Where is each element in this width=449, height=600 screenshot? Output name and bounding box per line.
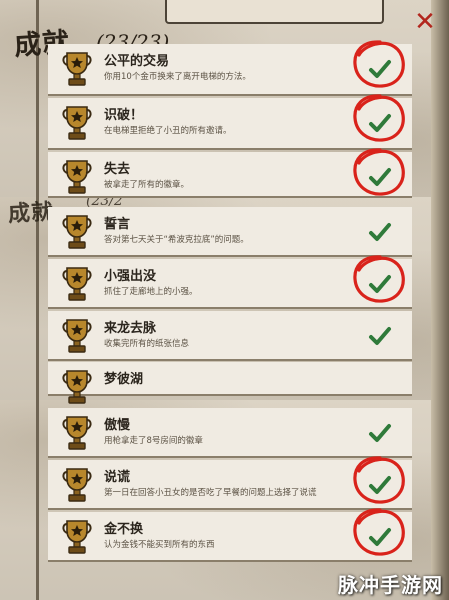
achievement-row: 来龙去脉收集完所有的纸张信息 (48, 311, 412, 361)
achievement-description: 认为金钱不能买到所有的东西 (104, 540, 215, 550)
trophy-icon (60, 518, 94, 556)
trophy-icon (60, 50, 94, 88)
red-circle-annotation (350, 506, 408, 558)
achievement-name: 小强出没 (104, 269, 157, 284)
panel-margin (431, 197, 449, 402)
achievement-description: 收集完所有的纸张信息 (104, 339, 190, 349)
achievement-name: 梦彼湖 (104, 372, 144, 387)
checkmark-icon (368, 221, 392, 243)
achievement-name: 来龙去脉 (104, 321, 157, 336)
red-circle-annotation (350, 38, 408, 90)
achievement-description: 你用10个金币换来了离开电梯的方法。 (104, 72, 251, 82)
trophy-icon (60, 317, 94, 355)
trophy-icon (60, 213, 94, 251)
red-circle-annotation (350, 146, 408, 198)
checkmark-icon (368, 325, 392, 347)
achievement-row: 梦彼湖 (48, 362, 412, 404)
achievement-row: 说谎第一日在回答小丑女的是否吃了早餐的问题上选择了说谎 (48, 456, 412, 510)
checkmark-icon (368, 422, 392, 444)
trophy-icon (60, 414, 94, 452)
trophy-icon (60, 265, 94, 303)
achievement-description: 第一日在回答小丑女的是否吃了早餐的问题上选择了说谎 (104, 488, 317, 498)
achievement-description: 用枪拿走了8号房间的徽章 (104, 436, 203, 446)
achievement-name: 傲慢 (104, 418, 131, 433)
trophy-icon (60, 466, 94, 504)
achievement-name: 识破！ (104, 108, 144, 123)
red-circle-annotation (350, 92, 408, 144)
trophy-icon (60, 104, 94, 142)
frame-line (36, 197, 39, 402)
red-circle-annotation (350, 253, 408, 305)
red-circle-annotation (350, 454, 408, 506)
close-icon[interactable]: ✕ (413, 9, 437, 35)
achievement-description: 被拿走了所有的徽章。 (104, 180, 190, 190)
achievement-row: 傲慢用枪拿走了8号房间的徽章 (48, 408, 412, 458)
achievement-name: 失去 (104, 162, 131, 177)
achievement-row: 誓言答对第七天关于“希波克拉底”的问题。 (48, 207, 412, 257)
top-tab (165, 0, 384, 24)
watermark: 脉冲手游网 (338, 573, 443, 597)
achievement-name: 金不换 (104, 522, 144, 537)
achievement-name: 说谎 (104, 470, 131, 485)
achievement-description: 在电梯里拒绝了小丑的所有邀请。 (104, 126, 232, 136)
achievement-row: 失去被拿走了所有的徽章。 (48, 148, 412, 198)
achievement-name: 誓言 (104, 217, 131, 232)
achievement-description: 答对第七天关于“希波克拉底”的问题。 (104, 235, 249, 245)
achievement-row: 识破！ 在电梯里拒绝了小丑的所有邀请。 (48, 94, 412, 150)
trophy-icon (60, 158, 94, 196)
trophy-icon (60, 368, 94, 406)
achievement-row: 金不换认为金钱不能买到所有的东西 (48, 508, 412, 562)
achievement-row: 小强出没抓住了走廊地上的小强。 (48, 255, 412, 309)
achievement-name: 公平的交易 (104, 54, 170, 69)
frame-line (36, 400, 39, 600)
achievement-description: 抓住了走廊地上的小强。 (104, 287, 198, 297)
achievement-row: 公平的交易你用10个金币换来了离开电梯的方法。 (48, 40, 412, 96)
achievements-screen: ✕ 成就 (23/23) 成就 (23/2 公平的交易 你用10个金币换来了离开电… (0, 0, 449, 600)
